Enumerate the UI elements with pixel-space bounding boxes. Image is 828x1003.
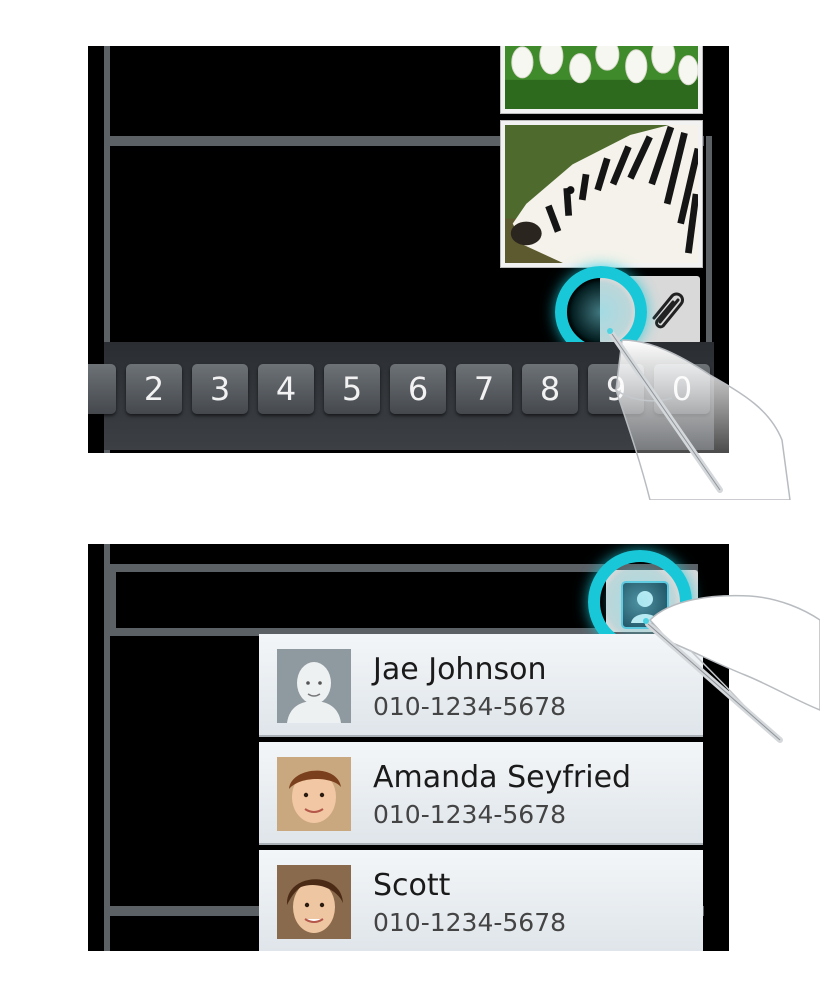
contact-item[interactable]: Amanda Seyfried 010-1234-5678: [259, 742, 703, 845]
dialpad-key-5[interactable]: 5: [324, 364, 380, 414]
dialpad-key-8[interactable]: 8: [522, 364, 578, 414]
dialpad-key-9[interactable]: 9: [588, 364, 644, 414]
contact-name: Scott: [373, 868, 451, 903]
gallery-thumb-tulips[interactable]: [500, 46, 703, 114]
contact-list: Jae Johnson 010-1234-5678 Amanda Seyfrie…: [259, 634, 703, 951]
dialpad-key-partial[interactable]: [88, 364, 116, 414]
contact-phone: 010-1234-5678: [373, 800, 567, 829]
attachment-screen: 2 3 4 5 6 7 8 9 0: [88, 46, 729, 453]
dialpad-key-3[interactable]: 3: [192, 364, 248, 414]
image-gallery: [500, 46, 703, 268]
contact-picker-screen: Jae Johnson 010-1234-5678 Amanda Seyfrie…: [88, 544, 729, 951]
default-avatar: [277, 649, 351, 723]
dialpad-key-4[interactable]: 4: [258, 364, 314, 414]
tulips-image: [505, 46, 698, 109]
contact-photo: [277, 865, 351, 939]
contact-name: Jae Johnson: [373, 652, 547, 687]
contact-phone: 010-1234-5678: [373, 692, 567, 721]
default-avatar-image: [277, 649, 351, 723]
contact-photo-image: [277, 757, 351, 831]
contact-phone: 010-1234-5678: [373, 908, 567, 937]
gallery-thumb-zebra[interactable]: [500, 120, 703, 268]
zebra-image: [505, 125, 698, 263]
dialpad-key-6[interactable]: 6: [390, 364, 446, 414]
dialpad-key-7[interactable]: 7: [456, 364, 512, 414]
dialpad: 2 3 4 5 6 7 8 9 0: [88, 342, 714, 450]
dialpad-key-0[interactable]: 0: [654, 364, 710, 414]
right-border: [706, 136, 712, 346]
paperclip-icon: [652, 292, 684, 329]
contact-name: Amanda Seyfried: [373, 760, 632, 795]
dialpad-key-2[interactable]: 2: [126, 364, 182, 414]
contact-item[interactable]: Scott 010-1234-5678: [259, 850, 703, 951]
contact-photo: [277, 757, 351, 831]
contact-item[interactable]: Jae Johnson 010-1234-5678: [259, 634, 703, 737]
contact-photo-image: [277, 865, 351, 939]
